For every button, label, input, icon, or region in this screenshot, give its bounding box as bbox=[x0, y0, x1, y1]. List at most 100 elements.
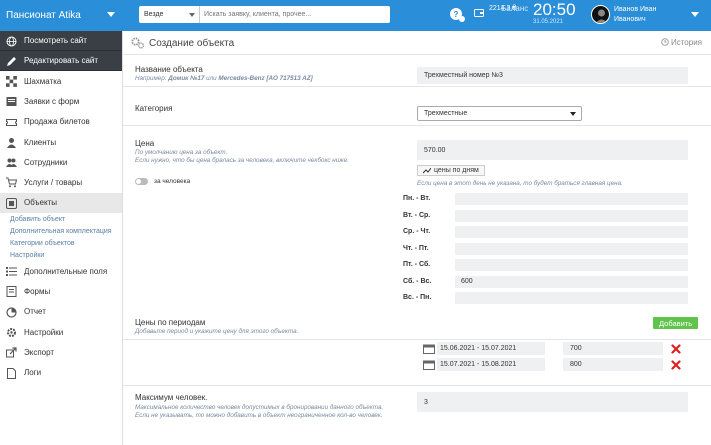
user-name[interactable]: Иванов Иван Иванович bbox=[614, 5, 689, 25]
calendar-icon[interactable] bbox=[423, 344, 435, 354]
inbox-icon bbox=[6, 97, 17, 107]
sidebar-item-employees[interactable]: Сотрудники bbox=[0, 152, 122, 172]
sidebar-item-label: Продажа билетов bbox=[24, 117, 90, 127]
delete-icon[interactable] bbox=[671, 360, 681, 370]
sidebar-item-label: Логи bbox=[24, 368, 42, 378]
day-price-input[interactable] bbox=[455, 226, 688, 238]
sidebar-item-view-site[interactable]: Посмотреть сайт bbox=[0, 31, 122, 51]
name-hint-or: или bbox=[206, 75, 217, 82]
day-price-row: Сб. - Вс. 600 bbox=[403, 275, 688, 289]
day-price-row: Вс. - Пн. bbox=[403, 292, 688, 305]
price-input[interactable]: 570.00 bbox=[417, 140, 688, 160]
day-price-input[interactable] bbox=[455, 193, 688, 205]
day-price-row: Пт. - Сб. bbox=[403, 259, 688, 272]
sidebar-item-label: Сотрудники bbox=[24, 157, 68, 167]
brand-menu[interactable]: Пансионат Atika bbox=[0, 0, 123, 31]
period-range-input[interactable]: 15.06.2021 - 15.07.2021 bbox=[437, 342, 545, 355]
clock-icon bbox=[660, 38, 669, 46]
period-price-input[interactable]: 800 bbox=[563, 358, 663, 371]
sidebar-item-logs[interactable]: Логи bbox=[0, 363, 122, 383]
name-input[interactable]: Трехместный номер №3 bbox=[417, 67, 688, 84]
section-category: Категория Трехместные bbox=[123, 88, 711, 126]
chess-grid-icon bbox=[6, 76, 17, 87]
sidebar-submenu: Добавить объект Дополнительная комплекта… bbox=[0, 213, 122, 261]
search-input[interactable] bbox=[199, 6, 390, 23]
sidebar-item-edit-site[interactable]: Редактировать сайт bbox=[0, 51, 122, 71]
period-range-input[interactable]: 15.07.2021 - 15.08.2021 bbox=[437, 358, 545, 371]
day-price-input[interactable] bbox=[455, 209, 688, 222]
wallet-icon bbox=[474, 9, 484, 17]
name-label: Название объекта bbox=[135, 65, 203, 74]
sidebar-item-label: Редактировать сайт bbox=[24, 56, 99, 65]
period-price-input[interactable]: 700 bbox=[563, 342, 663, 355]
sidebar-item-tickets[interactable]: Продажа билетов bbox=[0, 112, 122, 132]
day-price-label: Пн. - Вт. bbox=[403, 195, 431, 202]
day-price-input[interactable] bbox=[455, 242, 688, 255]
sidebar-item-services[interactable]: Услуги / товары bbox=[0, 172, 122, 192]
day-prices-hint: Если цена в этот день не указана, то буд… bbox=[417, 180, 623, 187]
category-select[interactable]: Трехместные bbox=[417, 106, 582, 121]
form-icon bbox=[6, 286, 17, 298]
main-content: Создание объекта История Название объект… bbox=[123, 31, 711, 445]
name-hint-prefix: Например: bbox=[135, 75, 167, 82]
chevron-down-icon bbox=[189, 13, 195, 17]
sidebar-item-objects[interactable]: Объекты bbox=[0, 192, 122, 214]
sidebar-item-chessboard[interactable]: Шахматка bbox=[0, 71, 122, 91]
period-row: 15.06.2021 - 15.07.2021 700 bbox=[423, 342, 685, 356]
sidebar-item-label: Посмотреть сайт bbox=[24, 36, 87, 45]
sidebar-item-label: Шахматка bbox=[24, 76, 62, 86]
day-price-label: Пт. - Сб. bbox=[403, 261, 431, 268]
sidebar-subitem-settings[interactable]: Настройки bbox=[10, 249, 122, 261]
day-price-input[interactable] bbox=[455, 292, 688, 304]
sidebar-item-export[interactable]: Экспорт bbox=[0, 342, 122, 362]
section-price: Цена По умолчанию цена за объект. Если н… bbox=[123, 127, 711, 340]
day-price-label: Вс. - Пн. bbox=[403, 294, 432, 301]
sidebar-item-form-requests[interactable]: Заявки с форм bbox=[0, 91, 122, 111]
clock-time: 20:50 bbox=[533, 0, 576, 19]
name-hint: Например: Домик №17 или Mercedes-Benz [A… bbox=[135, 75, 405, 83]
per-person-toggle[interactable] bbox=[135, 178, 148, 185]
globe-icon bbox=[6, 36, 17, 47]
avatar[interactable] bbox=[591, 5, 610, 24]
day-price-input[interactable] bbox=[455, 259, 688, 271]
section-name: Название объекта Например: Домик №17 или… bbox=[123, 56, 711, 87]
chevron-down-icon bbox=[107, 12, 115, 17]
sidebar-subitem-add-object[interactable]: Добавить объект bbox=[10, 213, 122, 225]
periods-label: Цены по периодам bbox=[135, 318, 206, 327]
section-periods: Цены по периодам Добавьте период и укажи… bbox=[123, 313, 711, 386]
search-scope-select[interactable]: Везде bbox=[139, 6, 199, 23]
sidebar: Посмотреть сайт Редактировать сайт Шахма… bbox=[0, 31, 123, 445]
day-price-input[interactable]: 600 bbox=[455, 275, 688, 288]
sidebar-subitem-categories[interactable]: Категории объектов bbox=[10, 237, 122, 249]
sidebar-item-label: Услуги / товары bbox=[24, 178, 83, 188]
day-prices-button[interactable]: цены по дням bbox=[417, 165, 485, 176]
add-period-button[interactable]: Добавить bbox=[653, 317, 699, 329]
pencil-icon bbox=[7, 57, 16, 66]
max-people-input[interactable]: 3 bbox=[417, 392, 688, 412]
periods-hint: Добавьте период и укажите цену для этого… bbox=[135, 328, 299, 335]
sidebar-item-label: Объекты bbox=[24, 198, 57, 208]
svg-text:?: ? bbox=[454, 10, 459, 19]
help-chat-icon[interactable]: ? bbox=[449, 7, 465, 23]
sidebar-item-extra-fields[interactable]: Дополнительные поля bbox=[0, 261, 122, 281]
history-label: История bbox=[670, 38, 702, 47]
chart-icon bbox=[6, 307, 17, 318]
day-price-row: Ср. - Чт. bbox=[403, 226, 688, 239]
day-prices-label: цены по дням bbox=[434, 167, 479, 174]
sidebar-item-settings[interactable]: Настройки bbox=[0, 322, 122, 342]
export-icon bbox=[6, 347, 17, 358]
sidebar-item-label: Экспорт bbox=[24, 347, 55, 357]
chevron-down-icon[interactable] bbox=[691, 12, 699, 17]
delete-icon[interactable] bbox=[671, 344, 681, 354]
calendar-icon[interactable] bbox=[423, 360, 435, 370]
sidebar-item-clients[interactable]: Клиенты bbox=[0, 132, 122, 152]
name-hint-example: Домик №17 bbox=[168, 75, 205, 82]
user-icon bbox=[7, 137, 16, 148]
day-price-row: Чт. - Пт. bbox=[403, 242, 688, 256]
sidebar-subitem-extra-equipment[interactable]: Дополнительная комплектация bbox=[10, 225, 122, 237]
category-label: Категория bbox=[135, 104, 173, 113]
history-link[interactable]: История bbox=[660, 38, 702, 47]
sidebar-item-report[interactable]: Отчет bbox=[0, 302, 122, 322]
trend-icon bbox=[423, 167, 431, 173]
sidebar-item-forms[interactable]: Формы bbox=[0, 281, 122, 301]
